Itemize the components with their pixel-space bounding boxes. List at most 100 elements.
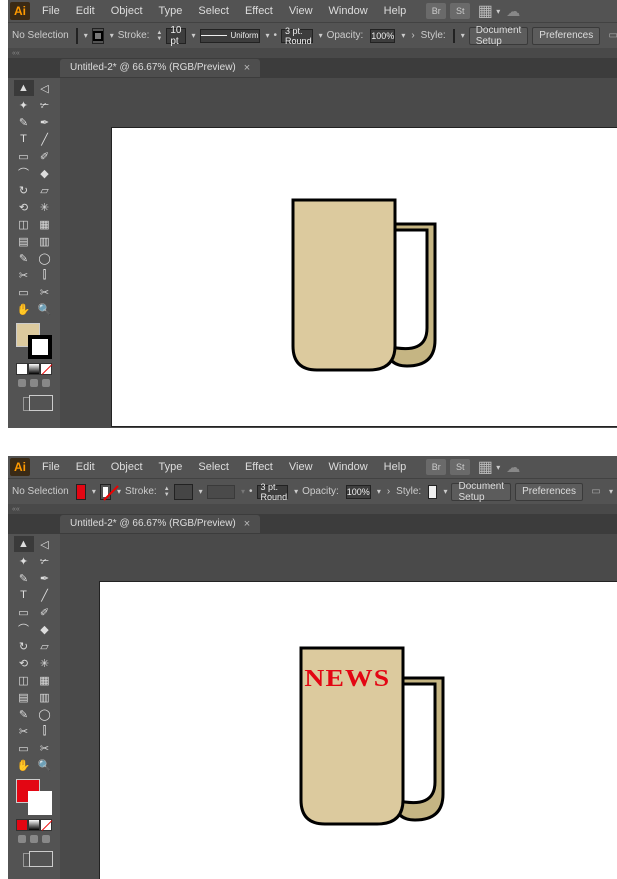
close-icon[interactable]: × xyxy=(244,515,250,533)
width-tool[interactable]: ⟲ xyxy=(14,655,34,671)
chevron-down-icon[interactable]: ▾ xyxy=(401,31,405,40)
rectangle-tool[interactable]: ▭ xyxy=(14,148,34,164)
stock-button[interactable]: St xyxy=(450,459,470,475)
menu-effect[interactable]: Effect xyxy=(237,0,281,22)
curvature-tool[interactable]: ✒ xyxy=(35,114,55,130)
fill-swatch[interactable] xyxy=(76,484,86,500)
rotate-tool[interactable]: ↻ xyxy=(14,182,34,198)
stock-button[interactable]: St xyxy=(450,3,470,19)
artboard-tool[interactable]: ▭ xyxy=(14,284,34,300)
menu-file[interactable]: File xyxy=(34,456,68,478)
document-tab[interactable]: Untitled-2* @ 66.67% (RGB/Preview) × xyxy=(60,59,260,77)
lasso-tool[interactable]: ✃ xyxy=(35,553,55,569)
document-setup-button[interactable]: Document Setup xyxy=(469,27,529,45)
bridge-button[interactable]: Br xyxy=(426,459,446,475)
paintbrush-tool[interactable]: ✐ xyxy=(35,148,55,164)
menu-object[interactable]: Object xyxy=(103,0,151,22)
stroke-weight-field[interactable]: 10 pt xyxy=(166,28,185,44)
rectangle-tool[interactable]: ▭ xyxy=(14,604,34,620)
zoom-tool[interactable]: 🔍 xyxy=(35,301,55,317)
stroke-stepper[interactable]: ▲▼ xyxy=(156,28,162,44)
scale-tool[interactable]: ▱ xyxy=(35,182,55,198)
stroke-profile[interactable]: Uniform xyxy=(200,29,260,43)
draw-behind[interactable] xyxy=(30,835,38,843)
artboard-tool[interactable]: ▭ xyxy=(14,740,34,756)
line-tool[interactable]: ╱ xyxy=(35,131,55,147)
menu-select[interactable]: Select xyxy=(190,0,237,22)
chevron-down-icon[interactable]: ▾ xyxy=(266,31,270,40)
stroke-box[interactable] xyxy=(28,335,52,359)
fill-stroke-indicator[interactable] xyxy=(16,779,52,815)
color-mode-gradient[interactable] xyxy=(28,819,40,831)
chevron-down-icon[interactable]: ▾ xyxy=(192,31,196,40)
pencil-tool[interactable]: ⌒ xyxy=(14,165,34,181)
canvas[interactable] xyxy=(60,78,617,428)
direct-selection-tool[interactable]: ◁ xyxy=(35,80,55,96)
stroke-swatch[interactable] xyxy=(92,28,104,44)
draw-normal[interactable] xyxy=(18,379,26,387)
menu-help[interactable]: Help xyxy=(376,0,415,22)
perspective-tool[interactable]: ▦ xyxy=(35,672,55,688)
style-swatch[interactable] xyxy=(453,29,455,43)
width-tool[interactable]: ⟲ xyxy=(14,199,34,215)
eyedropper-tool[interactable]: ✎ xyxy=(14,706,34,722)
chevron-down-icon[interactable]: ▾ xyxy=(294,487,298,496)
menu-window[interactable]: Window xyxy=(321,456,376,478)
slice-tool[interactable]: ✂ xyxy=(35,284,55,300)
gradient-tool[interactable]: ▥ xyxy=(35,233,55,249)
magic-wand-tool[interactable]: ✦ xyxy=(14,553,34,569)
direct-selection-tool[interactable]: ◁ xyxy=(35,536,55,552)
close-icon[interactable]: × xyxy=(244,59,250,77)
type-tool[interactable]: T xyxy=(14,587,34,603)
color-mode-none[interactable] xyxy=(40,819,52,831)
align-icon[interactable]: ▭ xyxy=(587,485,605,499)
zoom-tool[interactable]: 🔍 xyxy=(35,757,55,773)
draw-inside[interactable] xyxy=(42,835,50,843)
sync-icon[interactable]: ☁ xyxy=(506,3,520,20)
menu-effect[interactable]: Effect xyxy=(237,456,281,478)
chevron-down-icon[interactable]: ▾ xyxy=(319,31,323,40)
more-icon[interactable]: › xyxy=(385,486,392,497)
scale-tool[interactable]: ▱ xyxy=(35,638,55,654)
pen-tool[interactable]: ✎ xyxy=(14,570,34,586)
type-tool[interactable]: T xyxy=(14,131,34,147)
document-setup-button[interactable]: Document Setup xyxy=(451,483,511,501)
free-transform-tool[interactable]: ✳ xyxy=(35,199,55,215)
chevron-down-icon[interactable]: ▾ xyxy=(461,31,465,40)
preferences-button[interactable]: Preferences xyxy=(532,27,600,45)
menu-file[interactable]: File xyxy=(34,0,68,22)
column-graph-tool[interactable]: ⫿ xyxy=(35,723,55,739)
symbol-sprayer-tool[interactable]: ✂ xyxy=(14,267,34,283)
shape-builder-tool[interactable]: ◫ xyxy=(14,216,34,232)
align-icon[interactable]: ▭ xyxy=(604,29,617,43)
preferences-button[interactable]: Preferences xyxy=(515,483,583,501)
selection-tool[interactable]: ▲ xyxy=(14,536,34,552)
perspective-tool[interactable]: ▦ xyxy=(35,216,55,232)
document-tab[interactable]: Untitled-2* @ 66.67% (RGB/Preview) × xyxy=(60,515,260,533)
eraser-tool[interactable]: ◆ xyxy=(35,165,55,181)
blend-tool[interactable]: ◯ xyxy=(35,250,55,266)
chevron-down-icon[interactable]: ▾ xyxy=(496,7,500,16)
slice-tool[interactable]: ✂ xyxy=(35,740,55,756)
blend-tool[interactable]: ◯ xyxy=(35,706,55,722)
screen-mode-icon[interactable] xyxy=(23,397,45,411)
color-mode-gradient[interactable] xyxy=(28,363,40,375)
canvas[interactable]: NEWS xyxy=(60,534,617,879)
fill-stroke-indicator[interactable] xyxy=(16,323,52,359)
menu-object[interactable]: Object xyxy=(103,456,151,478)
column-graph-tool[interactable]: ⫿ xyxy=(35,267,55,283)
menu-edit[interactable]: Edit xyxy=(68,0,103,22)
screen-mode-icon[interactable] xyxy=(23,853,45,867)
paintbrush-tool[interactable]: ✐ xyxy=(35,604,55,620)
opacity-field[interactable]: 100% xyxy=(346,485,371,499)
menu-view[interactable]: View xyxy=(281,456,321,478)
brush-definition[interactable]: 3 pt. Round xyxy=(281,29,313,43)
shape-builder-tool[interactable]: ◫ xyxy=(14,672,34,688)
free-transform-tool[interactable]: ✳ xyxy=(35,655,55,671)
chevron-down-icon[interactable]: ▾ xyxy=(496,463,500,472)
opacity-field[interactable]: 100% xyxy=(370,29,395,43)
color-mode-solid[interactable] xyxy=(16,819,28,831)
sync-icon[interactable]: ☁ xyxy=(506,459,520,476)
more-icon[interactable]: › xyxy=(409,30,416,41)
rotate-tool[interactable]: ↻ xyxy=(14,638,34,654)
